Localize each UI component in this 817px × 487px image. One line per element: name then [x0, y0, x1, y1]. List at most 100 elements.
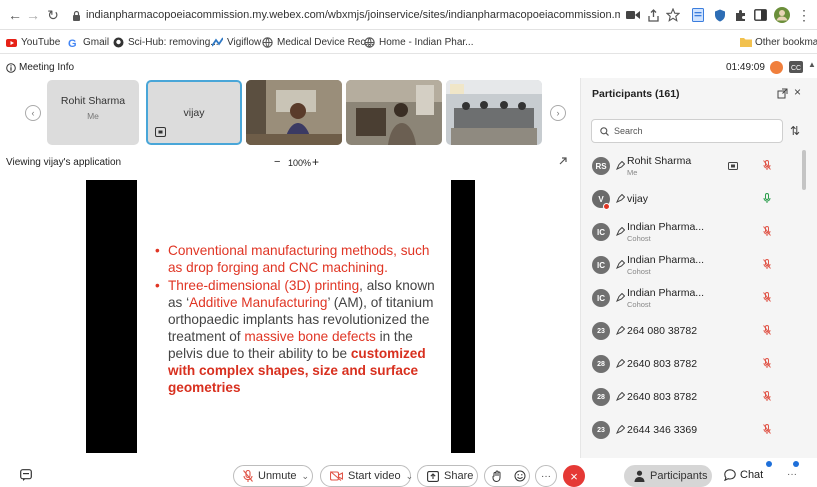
- unmute-button[interactable]: Unmute ⌄: [233, 465, 313, 487]
- avatar: IC: [592, 256, 610, 274]
- audio-connection-icon: [616, 425, 625, 434]
- mic-muted-icon[interactable]: [763, 391, 771, 401]
- avatar: 23: [592, 421, 610, 439]
- browser-toolbar: ← → ↻ indianpharmacopoeiacommission.my.w…: [0, 0, 817, 30]
- shared-slide: • Conventional manufacturing methods, su…: [137, 180, 451, 453]
- audio-connection-icon: [616, 392, 625, 401]
- zoom-in-button[interactable]: +: [312, 155, 319, 169]
- start-video-button[interactable]: Start video ⌄: [320, 465, 413, 487]
- bookmark-home-indian-phar[interactable]: Home - Indian Phar...: [364, 35, 474, 49]
- more-panels-icon[interactable]: ···: [787, 469, 797, 480]
- participants-panel: Participants (161) × Search ⇅ RS Rohit S…: [580, 78, 817, 458]
- screen-share-icon: [728, 162, 738, 170]
- participant-row[interactable]: V vijay: [581, 182, 817, 215]
- bookmark-youtube[interactable]: YouTube: [6, 35, 60, 49]
- mic-muted-icon[interactable]: [763, 160, 771, 170]
- participant-row[interactable]: IC Indian Pharma... Cohost: [581, 248, 817, 281]
- slide-bullet-1: • Conventional manufacturing methods, su…: [155, 243, 430, 275]
- chat-button[interactable]: Chat: [724, 469, 763, 481]
- bookmark-vigiflow[interactable]: Vigiflow: [212, 35, 261, 49]
- caption-icon[interactable]: CC: [789, 61, 803, 73]
- scroll-up-icon[interactable]: ▲: [808, 60, 816, 69]
- bookmark-medical-device[interactable]: Medical Device Rec...: [262, 35, 374, 49]
- thumbnail-video-2[interactable]: [346, 80, 442, 145]
- camera-indicator-icon[interactable]: [625, 7, 641, 23]
- address-bar[interactable]: indianpharmacopoeiacommission.my.webex.c…: [72, 4, 620, 26]
- meeting-header: Meeting Info 01:49:09 CC ▲: [0, 58, 817, 78]
- share-page-icon[interactable]: [645, 7, 661, 23]
- participant-row[interactable]: 28 2640 803 8782: [581, 347, 817, 380]
- participant-row[interactable]: RS Rohit Sharma Me: [581, 149, 817, 182]
- thumbnail-host[interactable]: Rohit Sharma Me: [47, 80, 139, 145]
- notification-dot: [793, 461, 799, 467]
- globe-icon: [364, 36, 375, 48]
- audio-connection-icon: [616, 326, 625, 335]
- notification-dot: [766, 461, 772, 467]
- raise-hand-icon[interactable]: [492, 470, 502, 482]
- participant-row[interactable]: 23 264 080 38782: [581, 314, 817, 347]
- reload-icon[interactable]: ↻: [44, 6, 62, 24]
- participants-title: Participants (161): [592, 88, 680, 100]
- extension-doc-icon[interactable]: [690, 7, 706, 23]
- thumbnail-vijay[interactable]: vijay: [146, 80, 242, 145]
- audio-connection-icon: [616, 359, 625, 368]
- participant-row[interactable]: IC Indian Pharma... Cohost: [581, 281, 817, 314]
- mic-muted-icon[interactable]: [763, 259, 771, 269]
- extension-shield-icon[interactable]: [712, 7, 728, 23]
- participant-row[interactable]: 23 2644 346 3369: [581, 413, 817, 446]
- bookmark-scihub[interactable]: Sci-Hub: removing...: [113, 35, 219, 49]
- participants-icon: [634, 470, 645, 482]
- bookmark-star-icon[interactable]: [665, 7, 681, 23]
- sort-icon[interactable]: ⇅: [790, 124, 800, 138]
- forward-icon[interactable]: →: [24, 6, 42, 24]
- video-thumbnails-strip: ‹ Rohit Sharma Me vijay ›: [0, 80, 580, 148]
- more-options-icon[interactable]: ···: [535, 465, 557, 487]
- pop-out-icon[interactable]: [558, 156, 568, 166]
- profile-avatar[interactable]: [774, 7, 790, 23]
- avatar: 28: [592, 355, 610, 373]
- chat-bubble-icon: [724, 469, 736, 481]
- participant-row[interactable]: 28 2640 803 8782: [581, 380, 817, 413]
- end-call-icon[interactable]: ×: [563, 465, 585, 487]
- slide-bullet-2: • Three-dimensional (3D) printing, also …: [155, 278, 435, 395]
- mic-muted-icon: [243, 470, 253, 482]
- mic-muted-icon[interactable]: [763, 292, 771, 302]
- zoom-out-button[interactable]: −: [274, 156, 280, 168]
- meeting-timer: 01:49:09: [726, 62, 765, 73]
- viewing-label: Viewing vijay's application: [6, 157, 122, 168]
- strip-prev-icon[interactable]: ‹: [25, 105, 41, 121]
- side-panel-icon[interactable]: [752, 7, 768, 23]
- search-icon: [600, 126, 609, 136]
- vigiflow-icon: [212, 37, 223, 48]
- strip-next-icon[interactable]: ›: [550, 105, 566, 121]
- globe-icon: [262, 36, 273, 48]
- avatar: IC: [592, 289, 610, 307]
- bookmarks-bar: YouTube G Gmail Sci-Hub: removing... Vig…: [0, 30, 817, 54]
- thumbnail-video-1[interactable]: [246, 80, 342, 145]
- mic-active-icon[interactable]: [763, 193, 771, 203]
- bookmark-other[interactable]: Other bookmarks: [740, 35, 817, 49]
- share-button[interactable]: Share: [417, 465, 478, 487]
- captions-toggle-icon[interactable]: [20, 469, 32, 481]
- mic-muted-icon[interactable]: [763, 325, 771, 335]
- mic-muted-icon[interactable]: [763, 424, 771, 434]
- popout-panel-icon[interactable]: [777, 88, 788, 99]
- emoji-reaction-icon[interactable]: [514, 470, 526, 482]
- recording-indicator-icon[interactable]: [770, 61, 783, 74]
- thumbnail-video-3[interactable]: [446, 80, 542, 145]
- svg-text:CC: CC: [791, 65, 801, 72]
- back-icon[interactable]: ←: [6, 6, 24, 24]
- browser-menu-icon[interactable]: ⋮: [796, 7, 812, 23]
- meeting-info-button[interactable]: Meeting Info: [6, 62, 74, 73]
- chevron-down-icon: ⌄: [301, 470, 310, 481]
- mic-muted-icon[interactable]: [763, 226, 771, 236]
- bookmark-gmail[interactable]: G Gmail: [68, 35, 109, 49]
- participant-search-input[interactable]: Search: [591, 119, 783, 143]
- extensions-puzzle-icon[interactable]: [732, 7, 748, 23]
- participants-button[interactable]: Participants: [624, 465, 712, 487]
- close-panel-icon[interactable]: ×: [794, 85, 801, 99]
- scihub-icon: [113, 37, 124, 48]
- viewing-bar: Viewing vijay's application − 100% +: [0, 152, 580, 172]
- participant-row[interactable]: IC Indian Pharma... Cohost: [581, 215, 817, 248]
- mic-muted-icon[interactable]: [763, 358, 771, 368]
